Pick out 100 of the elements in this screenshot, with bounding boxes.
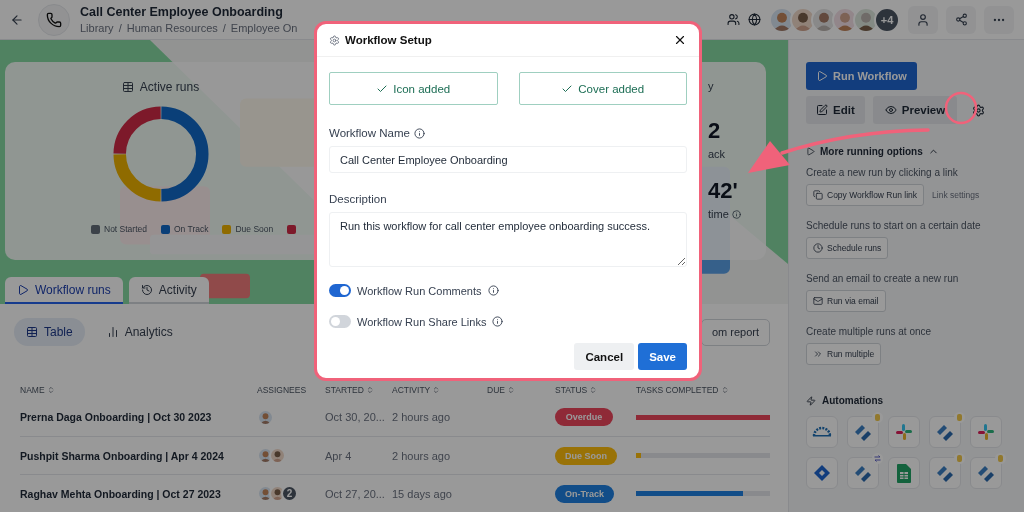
database-badge-icon <box>995 453 1006 464</box>
info-icon[interactable] <box>492 316 504 327</box>
stat-label: ack <box>708 148 726 160</box>
close-icon <box>673 33 687 47</box>
link-settings-link[interactable]: Link settings <box>932 190 980 200</box>
view-toggle[interactable]: Analytics <box>94 318 185 346</box>
description-field[interactable]: Run this workflow for call center employee onboarding success. <box>329 212 687 267</box>
info-icon[interactable] <box>731 209 741 219</box>
asset-status-button[interactable]: Icon added <box>329 72 498 105</box>
automation-tile[interactable] <box>888 457 920 489</box>
column-header: STATUS <box>555 385 588 395</box>
status-badge: Overdue <box>555 408 613 426</box>
toggle-label: Workflow Run Comments <box>357 284 482 297</box>
workflow-name-field[interactable]: Call Center Employee Onboarding <box>329 146 687 173</box>
option-description: Schedule runs to start on a certain date <box>806 220 982 231</box>
legend-label: Due Soon <box>235 224 274 234</box>
more-options-toggle[interactable]: More running options <box>806 146 939 157</box>
cancel-button[interactable]: Cancel <box>574 343 635 370</box>
report-button[interactable]: om report <box>700 318 770 346</box>
legend-label: Not Started <box>104 224 147 234</box>
preview-button[interactable]: Preview <box>872 96 958 124</box>
legend-label: On Track <box>174 224 209 234</box>
breadcrumb-link[interactable]: Human Resources <box>126 22 218 34</box>
option-button[interactable]: Run multiple <box>806 343 882 365</box>
database-badge-icon <box>872 412 883 423</box>
database-badge-icon <box>954 412 965 423</box>
option-description: Send an email to create a new run <box>806 273 960 284</box>
user-icon <box>916 12 930 27</box>
sort-icon[interactable] <box>46 386 55 394</box>
run-name[interactable]: Prerna Daga Onboarding | Oct 30 2023 <box>20 411 257 423</box>
sort-icon[interactable] <box>589 386 598 394</box>
stat-value: 2 <box>708 118 721 144</box>
edit-button[interactable]: Edit <box>806 96 865 124</box>
slack-logo-icon <box>895 423 913 441</box>
column-header: STARTED <box>325 385 364 395</box>
table-cell-text: 2 hours ago <box>392 449 452 462</box>
share-icon <box>954 13 968 26</box>
sort-icon[interactable] <box>506 386 515 394</box>
toggle-switch[interactable] <box>329 284 351 297</box>
table-icon <box>121 81 134 93</box>
automations-title: Automations <box>822 395 884 406</box>
run-workflow-button[interactable]: Run Workflow <box>806 62 917 90</box>
table-cell-text: 2 hours ago <box>392 411 452 423</box>
sort-icon[interactable] <box>365 386 374 394</box>
share-button[interactable] <box>946 5 976 34</box>
sort-icon[interactable] <box>432 386 441 394</box>
table-cell-text: Oct 30, 20... <box>325 411 386 423</box>
status-badge: On-Track <box>555 484 614 503</box>
stat-value: 42' <box>708 178 738 204</box>
tab[interactable]: Workflow runs <box>5 277 123 304</box>
history-icon <box>140 283 153 296</box>
dialog-title: Workflow Setup <box>345 34 432 46</box>
option-button[interactable]: Copy Workflow Run link <box>806 184 925 206</box>
more-count[interactable]: +4 <box>874 6 900 33</box>
automation-tile[interactable] <box>806 457 838 489</box>
play-icon <box>806 147 815 156</box>
slack-logo-icon <box>977 423 995 441</box>
stripes-logo-icon <box>976 464 996 482</box>
fast-forward-icon <box>813 349 823 359</box>
stripes-logo-icon <box>853 464 873 482</box>
sync-badge-icon <box>872 453 883 464</box>
toggle-label: Workflow Run Share Links <box>357 315 487 328</box>
stripes-logo-icon <box>853 423 873 441</box>
asset-status-button[interactable]: Cover added <box>518 72 687 105</box>
column-header: NAME <box>20 385 45 395</box>
automation-tile[interactable] <box>888 416 920 448</box>
option-description: Create a new run by clicking a link <box>806 167 959 178</box>
stat-label: y <box>708 80 714 92</box>
team-icon[interactable] <box>727 13 740 26</box>
globe-icon[interactable] <box>748 13 761 26</box>
toggle-switch[interactable] <box>329 315 351 328</box>
table-cell-text: 15 days ago <box>392 487 453 500</box>
annotation-circle <box>944 91 978 125</box>
more-count: 2 <box>281 485 298 502</box>
sort-icon[interactable] <box>720 386 729 394</box>
close-button[interactable] <box>673 33 687 47</box>
option-button[interactable]: Run via email <box>806 290 886 312</box>
view-toggle[interactable]: Table <box>14 318 85 346</box>
table-cell-text: Apr 4 <box>325 449 353 462</box>
column-header: ACTIVITY <box>392 385 431 395</box>
breadcrumb-link[interactable]: Employee On <box>230 22 298 34</box>
automation-tile[interactable] <box>806 416 838 448</box>
tab[interactable]: Activity <box>128 277 209 304</box>
run-name[interactable]: Pushpit Sharma Onboarding | Apr 4 2024 <box>20 449 257 462</box>
field-label: Description <box>329 193 387 205</box>
database-badge-icon <box>954 453 965 464</box>
breadcrumb-separator: / <box>222 22 226 34</box>
column-header: DUE <box>487 385 505 395</box>
info-icon[interactable] <box>413 127 425 139</box>
run-name[interactable]: Raghav Mehta Onboarding | Oct 27 2023 <box>20 487 257 500</box>
info-icon[interactable] <box>487 285 499 296</box>
table-cell-text: Oct 27, 20... <box>325 487 386 500</box>
option-button[interactable]: Schedule runs <box>806 237 889 259</box>
automation-tile[interactable] <box>970 416 1002 448</box>
phone-icon <box>38 3 70 36</box>
save-button[interactable]: Save <box>638 343 687 370</box>
pencil-icon <box>816 104 828 116</box>
user-access-button[interactable] <box>908 5 938 34</box>
breadcrumb-link[interactable]: Library <box>80 22 114 34</box>
active-runs-title: Active runs <box>139 80 200 94</box>
